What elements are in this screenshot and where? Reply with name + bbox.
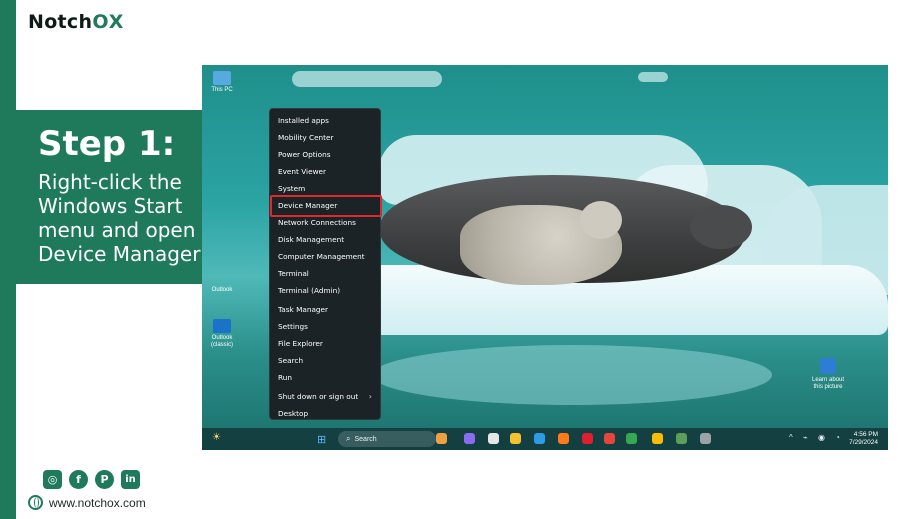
- app-l-icon[interactable]: [604, 433, 615, 444]
- facebook-icon[interactable]: f: [69, 470, 88, 489]
- brand-text: Notch: [28, 11, 93, 33]
- taskbar-search-box[interactable]: ⌕ Search: [338, 431, 436, 447]
- clock-date: 7/29/2024: [849, 439, 878, 446]
- menu-item-run[interactable]: Run: [270, 369, 380, 386]
- widget-label-1: Learn about: [811, 377, 845, 383]
- file-explorer-icon[interactable]: [510, 433, 521, 444]
- desktop-icon-outlook-classic[interactable]: Outlook (classic): [202, 319, 242, 349]
- ice-floe-distant-small: [638, 72, 668, 82]
- menu-item-event-viewer[interactable]: Event Viewer: [270, 163, 380, 180]
- copilot-icon[interactable]: [436, 433, 447, 444]
- pinterest-icon[interactable]: P: [95, 470, 114, 489]
- taskbar: ☀ ⊞ ⌕ Search ^ ⌁ ◉ ◔ 4:56 PM 7/29/2024: [202, 428, 888, 450]
- weather-icon[interactable]: ☀: [212, 432, 221, 443]
- winx-context-menu: Installed apps Mobility Center Power Opt…: [269, 108, 382, 422]
- globe-icon: [28, 495, 43, 510]
- menu-item-mobility-center[interactable]: Mobility Center: [270, 129, 380, 146]
- firefox-icon[interactable]: [558, 433, 569, 444]
- desktop-icon-this-pc[interactable]: This PC: [202, 71, 242, 94]
- windows-start-icon[interactable]: ⊞: [317, 433, 326, 446]
- outlook-icon: [213, 319, 231, 333]
- windows-screenshot: This PC Outlook Outlook (classic) Learn …: [202, 65, 888, 450]
- widget-label-2: this picture: [813, 384, 843, 390]
- water-reflection: [372, 345, 772, 405]
- menu-item-search[interactable]: Search: [270, 352, 380, 369]
- device-manager-highlight-box: [270, 195, 382, 217]
- brand-logo: NotchОX: [28, 11, 124, 33]
- seal-adult-head: [690, 205, 752, 249]
- desktop-icon-label: Outlook (classic): [211, 335, 233, 348]
- menu-item-settings[interactable]: Settings: [270, 318, 380, 335]
- desktop-icon-outlook[interactable]: Outlook: [202, 287, 242, 294]
- search-icon: ⌕: [346, 434, 351, 443]
- menu-item-terminal-admin[interactable]: Terminal (Admin): [270, 282, 380, 299]
- chevron-right-icon: ›: [368, 392, 372, 401]
- menu-item-shut-down-label: Shut down or sign out: [278, 392, 359, 401]
- settings-gear-icon[interactable]: [700, 433, 711, 444]
- task-view-icon[interactable]: [488, 433, 499, 444]
- menu-item-shut-down[interactable]: Shut down or sign out ›: [270, 388, 380, 405]
- chrome-alt-icon[interactable]: [652, 433, 663, 444]
- edge-icon[interactable]: [534, 433, 545, 444]
- menu-item-task-manager[interactable]: Task Manager: [270, 301, 380, 318]
- menu-item-desktop[interactable]: Desktop: [270, 405, 380, 422]
- taskbar-search-placeholder: Search: [354, 436, 377, 443]
- menu-item-disk-management[interactable]: Disk Management: [270, 231, 380, 248]
- menu-item-power-options[interactable]: Power Options: [270, 146, 380, 163]
- learn-about-picture-widget[interactable]: Learn about this picture: [808, 358, 848, 391]
- netflix-icon[interactable]: [582, 433, 593, 444]
- camera-icon: [820, 358, 836, 374]
- monitor-icon: [213, 71, 231, 85]
- linkedin-icon[interactable]: in: [121, 470, 140, 489]
- system-tray-icons[interactable]: ^ ⌁ ◉ ◔: [789, 433, 844, 442]
- chrome-icon[interactable]: [626, 433, 637, 444]
- desktop-icon-label: Outlook: [211, 287, 233, 293]
- menu-item-terminal[interactable]: Terminal: [270, 265, 380, 282]
- website-url: www.notchox.com: [49, 496, 146, 510]
- brand-text-accent: ОX: [92, 11, 124, 33]
- widgets-icon[interactable]: [464, 433, 475, 444]
- seal-pup-head: [580, 201, 622, 239]
- instagram-icon[interactable]: ◎: [43, 470, 62, 489]
- menu-item-computer-management[interactable]: Computer Management: [270, 248, 380, 265]
- menu-item-file-explorer[interactable]: File Explorer: [270, 335, 380, 352]
- ice-floe-distant: [292, 71, 442, 87]
- desktop-icon-label: This PC: [211, 87, 233, 93]
- menu-item-installed-apps[interactable]: Installed apps: [270, 112, 380, 129]
- clock[interactable]: 4:56 PM 7/29/2024: [849, 431, 878, 447]
- clock-time: 4:56 PM: [853, 431, 878, 438]
- app-icon[interactable]: [676, 433, 687, 444]
- left-accent-band: [0, 0, 16, 519]
